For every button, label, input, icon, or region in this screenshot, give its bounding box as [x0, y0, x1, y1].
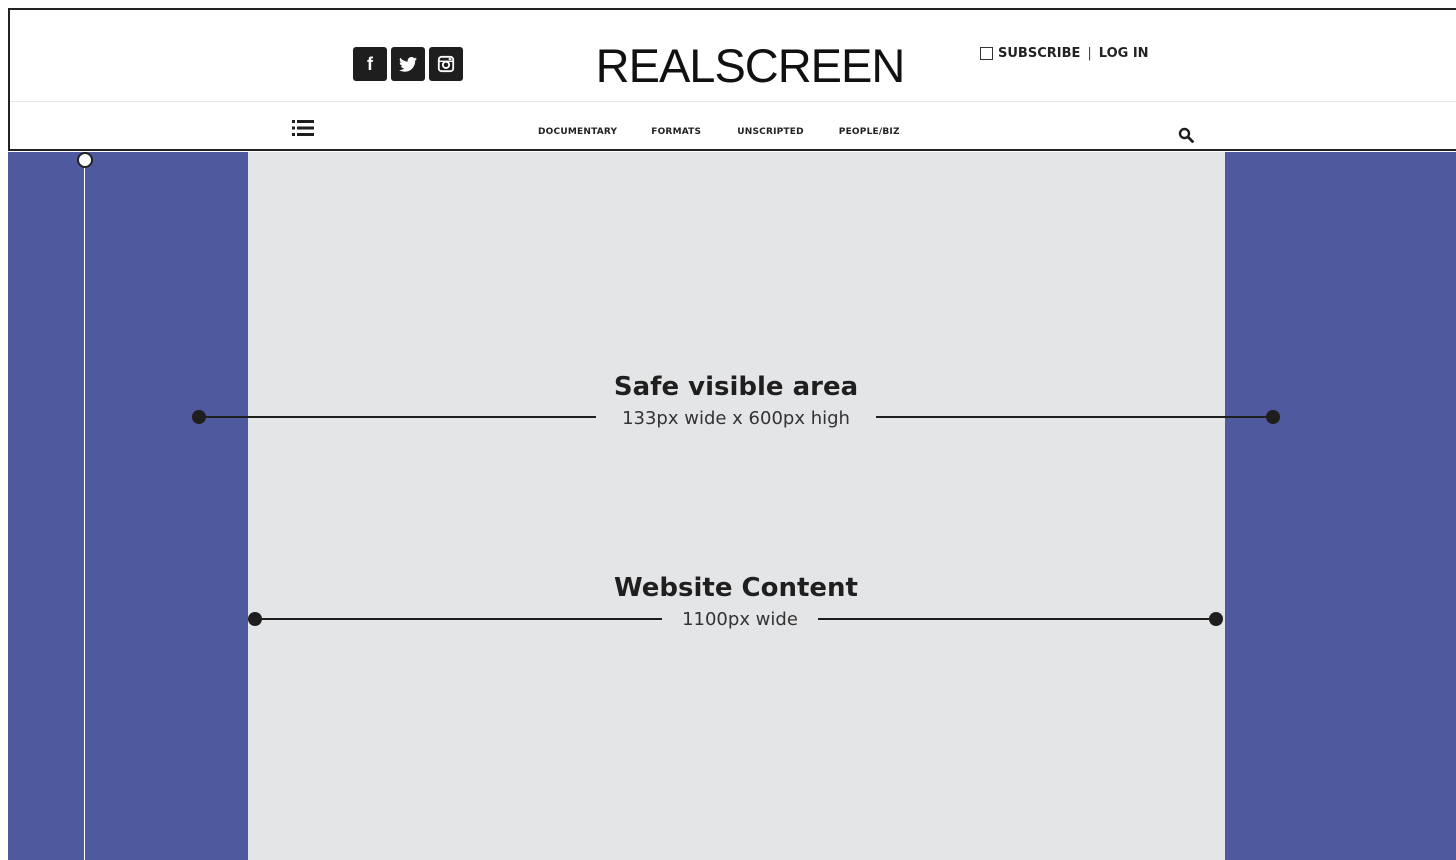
content-title: Website Content — [614, 573, 858, 603]
safe-area-right-dot — [1266, 410, 1280, 424]
instagram-icon[interactable] — [429, 47, 463, 81]
search-icon[interactable] — [1178, 127, 1196, 145]
content-subtitle: 1100px wide — [662, 609, 818, 631]
login-link[interactable]: LOG IN — [1099, 46, 1149, 61]
nav-item-documentary[interactable]: DOCUMENTARY — [538, 127, 617, 137]
facebook-icon[interactable]: f — [353, 47, 387, 81]
content-left-dot — [248, 612, 262, 626]
subscribe-link[interactable]: SUBSCRIBE — [998, 46, 1080, 61]
safe-area-left-dot — [192, 410, 206, 424]
subscribe-checkbox-icon[interactable] — [980, 47, 993, 60]
safe-area-subtitle: 133px wide x 600px high — [596, 408, 876, 430]
facebook-glyph: f — [367, 53, 373, 74]
nav-item-unscripted[interactable]: UNSCRIPTED — [737, 127, 804, 137]
page-canvas: f REALSCREEN SUBSCRIBE | LOG IN DOCUMENT… — [0, 0, 1456, 860]
social-links: f — [353, 47, 463, 81]
safe-area-title: Safe visible area — [613, 372, 859, 402]
vertical-guide-line[interactable] — [84, 160, 85, 860]
site-logo[interactable]: REALSCREEN — [590, 38, 910, 94]
account-separator: | — [1087, 46, 1092, 61]
content-right-dot — [1209, 612, 1223, 626]
website-content-area — [248, 152, 1225, 860]
hamburger-list-icon[interactable] — [292, 119, 314, 137]
header-divider — [10, 101, 1456, 102]
nav-item-people-biz[interactable]: PEOPLE/BIZ — [839, 127, 900, 137]
account-links: SUBSCRIBE | LOG IN — [980, 46, 1149, 61]
guide-handle-icon[interactable] — [77, 152, 93, 168]
nav-item-formats[interactable]: FORMATS — [651, 127, 701, 137]
main-nav: DOCUMENTARY FORMATS UNSCRIPTED PEOPLE/BI… — [538, 127, 900, 137]
twitter-icon[interactable] — [391, 47, 425, 81]
site-header: f REALSCREEN SUBSCRIBE | LOG IN DOCUMENT… — [8, 8, 1456, 151]
